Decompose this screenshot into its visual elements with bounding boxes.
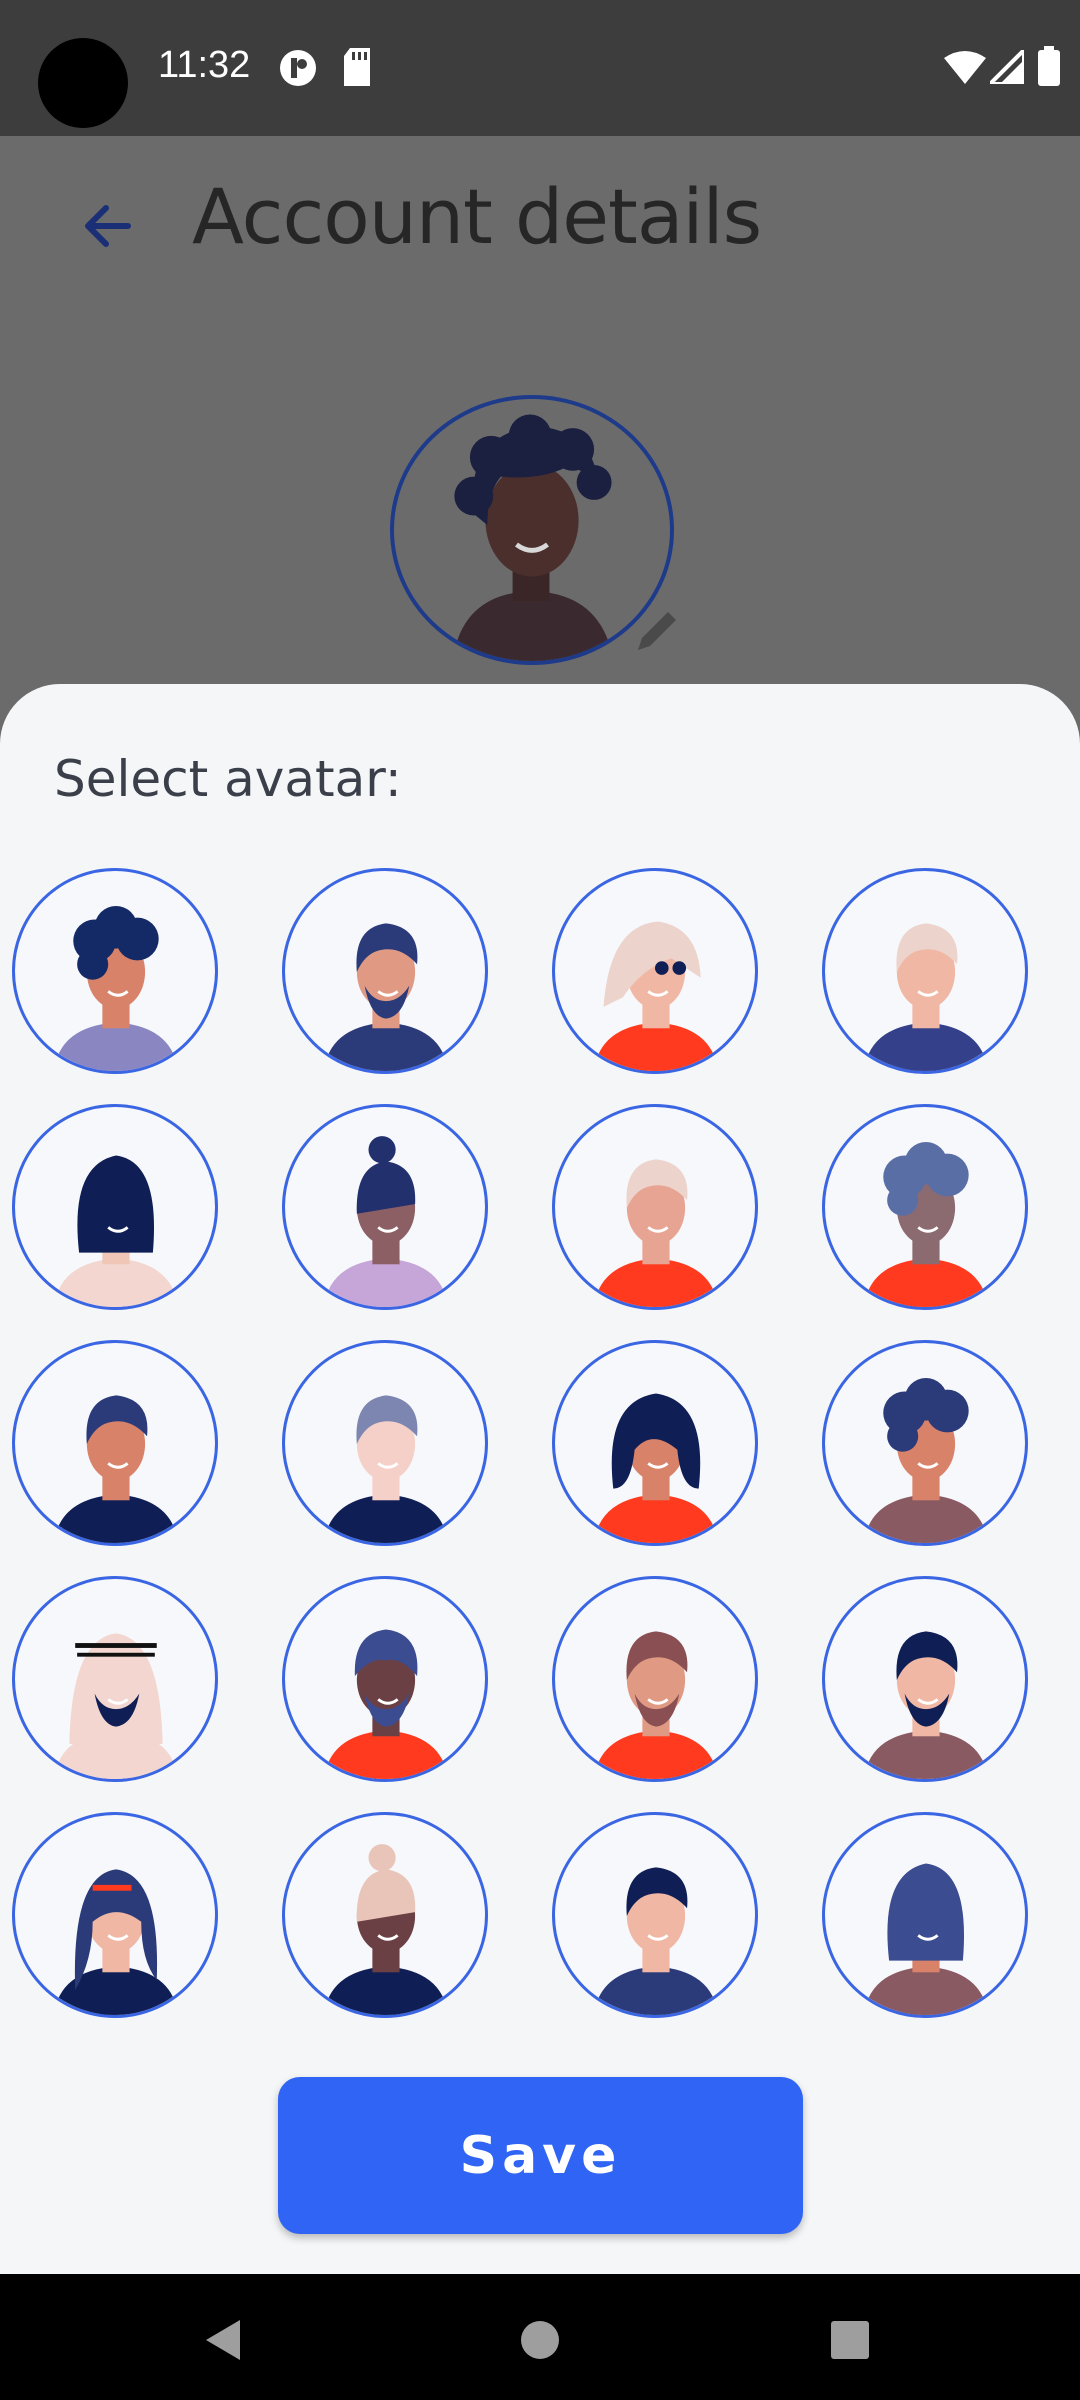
avatar-option[interactable]	[552, 1812, 758, 2018]
battery-icon	[1038, 46, 1060, 86]
avatar-illustration	[53, 1155, 179, 1307]
avatar-option[interactable]	[822, 1812, 1028, 2018]
avatar-option[interactable]	[282, 1340, 488, 1546]
camera-cutout	[38, 38, 128, 128]
avatar-illustration	[53, 905, 179, 1071]
sheet-title: Select avatar:	[54, 750, 402, 808]
avatar-option[interactable]	[12, 1812, 218, 2018]
avatar-option[interactable]	[822, 1340, 1028, 1546]
avatar-option[interactable]	[282, 1812, 488, 2018]
avatar-illustration	[323, 1844, 449, 2015]
avatar-illustration	[593, 1393, 719, 1543]
avatar-option[interactable]	[282, 1104, 488, 1310]
avatar-illustration	[863, 1631, 989, 1779]
avatar-option[interactable]	[552, 1340, 758, 1546]
sd-card-icon	[344, 48, 370, 86]
avatar-option[interactable]	[822, 868, 1028, 1074]
avatar-option[interactable]	[552, 1104, 758, 1310]
avatar-illustration	[323, 1629, 449, 1779]
avatar-option[interactable]	[282, 1576, 488, 1782]
status-time: 11:32	[158, 44, 251, 86]
avatar-illustration	[863, 923, 989, 1071]
wifi-icon	[944, 51, 986, 84]
arrow-left-icon[interactable]	[68, 186, 148, 266]
avatar-illustration	[593, 921, 719, 1071]
avatar-illustration	[863, 1377, 989, 1543]
avatar-illustration	[863, 1863, 989, 2015]
avatar-illustration	[53, 1869, 179, 2015]
avatar-illustration	[53, 1633, 179, 1779]
app-bar: Account details	[0, 136, 1080, 296]
triangle-back-icon[interactable]	[196, 2310, 256, 2370]
avatar-option[interactable]	[12, 1340, 218, 1546]
save-button[interactable]: Save	[278, 2077, 803, 2234]
app-notification-icon	[280, 50, 316, 86]
pencil-icon[interactable]	[628, 600, 688, 660]
avatar-bottom-sheet: Select avatar: Save	[0, 684, 1080, 2274]
avatar-option[interactable]	[822, 1104, 1028, 1310]
avatar-option[interactable]	[12, 1576, 218, 1782]
system-navigation-bar	[0, 2274, 1080, 2400]
avatar-option[interactable]	[12, 1104, 218, 1310]
cellular-signal-icon	[990, 50, 1024, 84]
avatar-option[interactable]	[12, 868, 218, 1074]
page-title: Account details	[192, 172, 762, 261]
circle-home-icon[interactable]	[510, 2310, 570, 2370]
avatar-illustration	[593, 1631, 719, 1779]
avatar-illustration	[323, 923, 449, 1071]
avatar-option[interactable]	[822, 1576, 1028, 1782]
avatar-option[interactable]	[552, 868, 758, 1074]
avatar-illustration	[323, 1136, 449, 1307]
avatar-illustration	[593, 1159, 719, 1307]
avatar-option[interactable]	[282, 868, 488, 1074]
avatar-option[interactable]	[552, 1576, 758, 1782]
avatar-illustration	[53, 1395, 179, 1543]
status-bar: 11:32	[0, 0, 1080, 136]
avatar-illustration	[323, 1395, 449, 1543]
square-recents-icon[interactable]	[820, 2310, 880, 2370]
avatar-illustration	[593, 1867, 719, 2015]
avatar-illustration	[863, 1141, 989, 1307]
